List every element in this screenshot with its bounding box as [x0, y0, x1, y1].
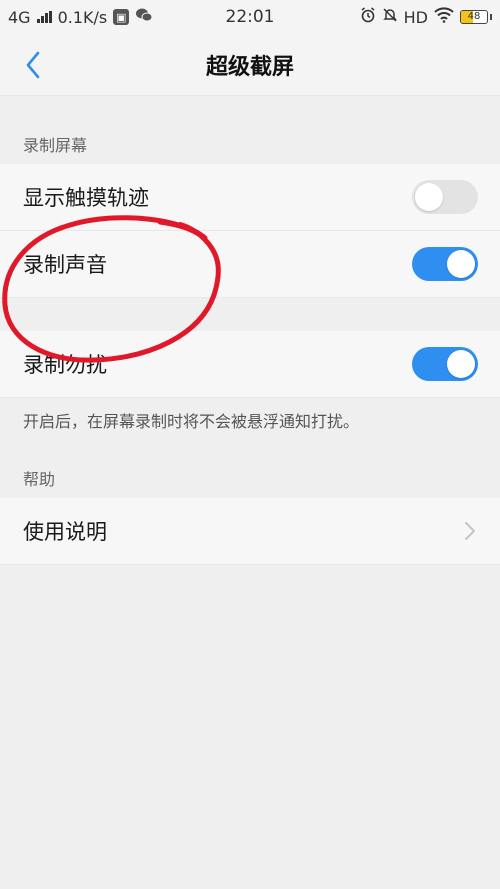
- battery-level: 48: [467, 11, 481, 22]
- network-type: 4G: [8, 7, 31, 27]
- app-header: 超级截屏: [0, 34, 500, 96]
- toggle-knob: [415, 183, 443, 211]
- record-sound-toggle[interactable]: [412, 247, 478, 281]
- setting-row-usage-guide[interactable]: 使用说明: [0, 498, 500, 565]
- do-not-disturb-label: 录制勿扰: [23, 353, 107, 377]
- hd-label: HD: [403, 7, 428, 27]
- toggle-knob: [447, 250, 475, 278]
- chevron-left-icon: [26, 51, 40, 78]
- setting-row-show-touch[interactable]: 显示触摸轨迹: [0, 164, 500, 231]
- setting-row-do-not-disturb[interactable]: 录制勿扰: [0, 331, 500, 398]
- mute-icon: [382, 7, 398, 27]
- status-left: 4G 0.1K/s ▣: [8, 7, 153, 27]
- alarm-icon: [360, 7, 376, 27]
- wechat-icon: [135, 7, 153, 27]
- do-not-disturb-toggle[interactable]: [412, 347, 478, 381]
- usage-guide-label: 使用说明: [23, 520, 107, 544]
- back-button[interactable]: [18, 50, 48, 80]
- battery-icon: 48: [460, 10, 488, 24]
- do-not-disturb-note: 开启后，在屏幕录制时将不会被悬浮通知打扰。: [23, 412, 360, 431]
- status-bar: 4G 0.1K/s ▣ 22:01 HD 48: [0, 0, 500, 34]
- setting-row-record-sound[interactable]: 录制声音: [0, 231, 500, 298]
- battery-cap: [490, 14, 492, 20]
- status-right: HD 48: [360, 7, 492, 27]
- page-title: 超级截屏: [205, 54, 294, 80]
- network-speed: 0.1K/s: [57, 7, 108, 27]
- app-notification-icon: ▣: [113, 9, 130, 25]
- section-label-help: 帮助: [23, 470, 56, 489]
- wifi-icon: [434, 7, 454, 27]
- record-sound-label: 录制声音: [23, 253, 107, 277]
- section-label-record-screen: 录制屏幕: [23, 136, 88, 155]
- chevron-right-icon: [464, 519, 478, 543]
- show-touch-toggle[interactable]: [412, 180, 478, 214]
- show-touch-label: 显示触摸轨迹: [23, 186, 149, 210]
- toggle-knob: [447, 350, 475, 378]
- signal-icon: [36, 11, 52, 23]
